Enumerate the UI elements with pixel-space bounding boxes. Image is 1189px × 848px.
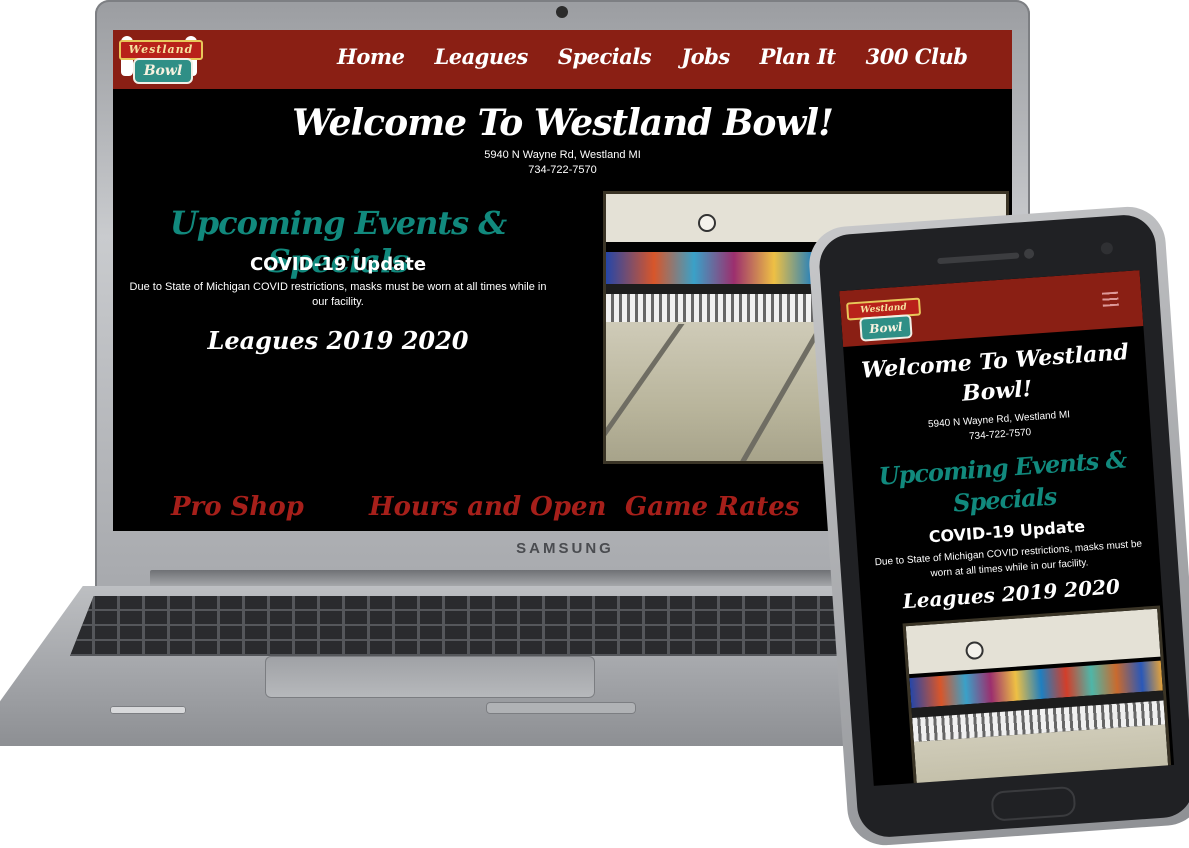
laptop-front-notch [486,702,636,714]
phone-screen: Westland Bowl Welcome To Westland Bowl! … [839,270,1175,786]
nav-menu: Home Leagues Specials Jobs Plan It 300 C… [337,44,968,69]
logo-text-bottom: Bowl [859,314,913,342]
nav-specials[interactable]: Specials [558,44,652,69]
logo-text-top: Westland [119,40,203,60]
game-rates-heading: Game Rates [625,492,800,522]
phone-text[interactable]: 734-722-7570 [113,163,1012,178]
nav-300-club[interactable]: 300 Club [866,44,968,69]
site-navbar: Westland Bowl Home Leagues Specials Jobs… [113,30,1012,89]
phone-speaker [937,252,1020,265]
phone-device: Westland Bowl Welcome To Westland Bowl! … [806,204,1189,848]
covid-text: Due to State of Michigan COVID restricti… [129,281,547,308]
laptop-trackpad [265,656,595,698]
leagues-heading[interactable]: Leagues 2019 2020 [113,326,563,355]
site-logo[interactable]: Westland Bowl [119,34,203,84]
clock-icon [698,214,716,232]
address-text: 5940 N Wayne Rd, Westland MI [484,149,641,161]
mobile-site-logo[interactable]: Westland Bowl [846,294,922,342]
laptop-keyboard-rows [70,596,860,656]
logo-text-bottom: Bowl [133,58,193,84]
phone-body: Westland Bowl Welcome To Westland Bowl! … [817,212,1189,840]
laptop-brand-label: SAMSUNG [516,540,614,557]
phone-camera [1100,241,1114,255]
contact-info: 5940 N Wayne Rd, Westland MI 734-722-757… [113,148,1012,178]
nav-jobs[interactable]: Jobs [681,44,730,69]
page-title: Welcome To Westland Bowl! [292,102,834,144]
phone-home-button[interactable] [990,785,1077,822]
laptop-camera [556,6,568,18]
nav-leagues[interactable]: Leagues [434,44,528,69]
mobile-navbar: Westland Bowl [839,270,1144,347]
phone-sensor [1023,248,1035,260]
hamburger-menu-icon[interactable] [1101,291,1119,307]
pro-shop-heading: Pro Shop [171,492,304,522]
nav-home[interactable]: Home [337,44,405,69]
hours-heading: Hours and Open [369,492,607,522]
covid-heading: COVID-19 Update [249,254,427,275]
mobile-alley-photo [902,605,1173,786]
nav-plan-it[interactable]: Plan It [760,44,836,69]
laptop-front-slot [110,706,186,714]
